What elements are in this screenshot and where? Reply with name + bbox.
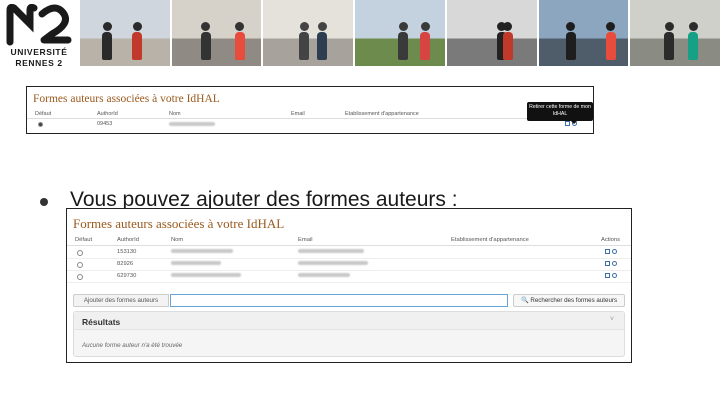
row-name-blurred: [171, 261, 221, 267]
figure-shape: [234, 32, 245, 60]
banner-photo-strip: [80, 0, 720, 66]
figure-head: [688, 22, 698, 31]
figure-shape: [605, 32, 616, 60]
document-icon[interactable]: [565, 121, 570, 126]
figure-head: [132, 22, 142, 31]
add-form-icon[interactable]: [612, 249, 617, 254]
table-row: 153130: [67, 247, 631, 259]
document-icon[interactable]: [605, 261, 610, 266]
banner-photo: [263, 0, 354, 66]
default-radio[interactable]: [77, 250, 83, 256]
default-radio[interactable]: [77, 274, 83, 280]
banner-photo: [446, 0, 537, 66]
university-logo: UNIVERSITÉ RENNES 2: [4, 4, 74, 68]
row-authorid: 82926: [117, 261, 134, 267]
figure-head: [503, 22, 513, 31]
header-default: Défaut: [75, 237, 93, 243]
panel-title: Formes auteurs associées à votre IdHAL: [33, 93, 220, 105]
logo-text-line1: UNIVERSITÉ: [10, 47, 68, 57]
row-email-blurred: [298, 273, 350, 279]
author-search-input[interactable]: [170, 294, 508, 307]
logo-text-line2: RENNES 2: [15, 58, 63, 68]
figure-shape: [565, 32, 576, 60]
remove-tooltip: Retirer cette forme de mon IdHAL: [527, 102, 593, 124]
banner-photo: [538, 0, 629, 66]
banner-photo: [171, 0, 262, 66]
figure-head: [398, 22, 408, 31]
table-row: 09453: [27, 119, 593, 131]
header-authorid: AuthorId: [117, 237, 139, 243]
figure-shape: [200, 32, 211, 60]
figure-head: [664, 22, 674, 31]
row-name-blurred: [171, 273, 241, 279]
figure-shape: [299, 32, 310, 60]
banner-photo: [80, 0, 170, 66]
figure-head: [299, 22, 309, 31]
figure-head: [317, 22, 327, 31]
header-affiliation: Etablissement d'appartenance: [345, 111, 419, 117]
results-header[interactable]: Résultats ˅: [74, 312, 624, 330]
table-row: 82926: [67, 259, 631, 271]
figure-shape: [132, 32, 142, 60]
figure-shape: [502, 32, 513, 60]
figure-head: [606, 22, 616, 31]
panel-title: Formes auteurs associées à votre IdHAL: [73, 216, 285, 231]
collapse-toggle-icon[interactable]: ˅: [610, 316, 614, 323]
add-author-form: Ajouter des formes auteurs 🔍 Rechercher …: [73, 294, 625, 307]
add-forms-label: Ajouter des formes auteurs: [73, 294, 169, 307]
figure-head: [102, 22, 112, 31]
header-actions: Actions: [601, 237, 621, 243]
default-radio[interactable]: [38, 122, 43, 127]
idhal-forms-panel-large: Formes auteurs associées à votre IdHAL D…: [66, 208, 632, 363]
table-row: 629730: [67, 271, 631, 283]
header-affiliation: Etablissement d'appartenance: [451, 237, 529, 243]
table-header: Défaut AuthorId Nom Email Etablissement …: [67, 235, 631, 246]
row-actions: [605, 249, 617, 255]
row-email-blurred: [298, 249, 364, 255]
row-email-blurred: [298, 261, 368, 267]
add-form-icon[interactable]: [612, 273, 617, 278]
row-authorid: 629730: [117, 273, 137, 279]
header-email: Email: [291, 111, 305, 117]
banner-photo: [355, 0, 445, 66]
figure-head: [201, 22, 211, 31]
figure-head: [235, 22, 245, 31]
header-default: Défaut: [35, 111, 52, 117]
figure-shape: [420, 32, 431, 60]
header-authorid: AuthorId: [97, 111, 118, 117]
search-icon: 🔍: [520, 297, 529, 304]
figure-head: [420, 22, 430, 31]
default-radio[interactable]: [77, 262, 83, 268]
results-title: Résultats: [82, 317, 121, 327]
figure-shape: [317, 32, 328, 60]
row-actions: [605, 273, 617, 279]
row-name-blurred: [169, 121, 215, 127]
header-name: Nom: [169, 111, 181, 117]
figure-shape: [102, 32, 112, 60]
add-form-icon[interactable]: [612, 261, 617, 266]
search-forms-button[interactable]: 🔍 Rechercher des formes auteurs: [513, 294, 625, 307]
row-authorid: 09453: [97, 121, 113, 127]
row-name-blurred: [171, 249, 233, 255]
banner-photo: [630, 0, 720, 66]
banner: UNIVERSITÉ RENNES 2: [0, 0, 720, 68]
bullet-dot: [40, 198, 48, 206]
figure-head: [566, 22, 576, 31]
figure-shape: [688, 32, 699, 60]
document-icon[interactable]: [605, 249, 610, 254]
table-header: Défaut AuthorId Nom Email Etablissement …: [27, 109, 593, 119]
idhal-forms-panel-small: Formes auteurs associées à votre IdHAL D…: [26, 86, 594, 134]
search-forms-label: Rechercher des formes auteurs: [530, 297, 618, 304]
header-email: Email: [298, 237, 313, 243]
document-icon[interactable]: [605, 273, 610, 278]
rennes2-logo-icon: [6, 4, 72, 46]
results-empty-message: Aucune forme auteur n'a été trouvée: [82, 342, 183, 349]
results-panel: Résultats ˅ Aucune forme auteur n'a été …: [73, 311, 625, 357]
row-actions: [605, 261, 617, 267]
header-name: Nom: [171, 237, 184, 243]
row-authorid: 153130: [117, 249, 137, 255]
figure-shape: [664, 32, 675, 60]
figure-shape: [398, 32, 409, 60]
